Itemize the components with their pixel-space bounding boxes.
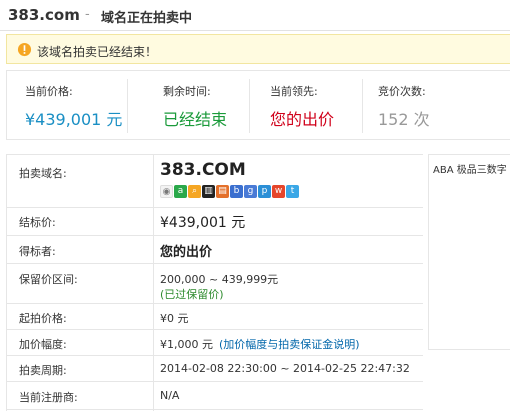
domain-name: 383.COM [160, 160, 246, 180]
time-left-value: 已经结束 [163, 110, 228, 129]
baidu-icon[interactable]: b [230, 185, 243, 198]
final-price-value: ¥439,001 元 [160, 215, 246, 231]
stat-label: 当前领先: [270, 85, 318, 98]
title-separator: - [85, 7, 90, 22]
g-icon[interactable]: g [244, 185, 257, 198]
category-sidebar: ABA 极品三数字 [428, 154, 510, 350]
share-icons: ◉ a ⌕ ▥ ▤ b g p w t [160, 185, 300, 199]
stat-label: 竞价次数: [378, 85, 426, 98]
stat-label: 剩余时间: [163, 85, 211, 98]
a-icon[interactable]: a [174, 185, 187, 198]
winner-value: 您的出价 [160, 245, 213, 260]
row-label: 起拍价格: [19, 312, 67, 325]
divider [249, 79, 250, 133]
search-icon[interactable]: ⌕ [188, 185, 201, 198]
twitter-icon[interactable]: t [286, 185, 299, 198]
reserve-met-note: (已过保留价) [160, 288, 224, 301]
auction-details-table: 拍卖域名: 383.COM ◉ a ⌕ ▥ ▤ b g p w t 结标价: ¥439,001 元… [6, 154, 423, 411]
row-label: 拍卖域名: [19, 167, 67, 180]
table-row: 保留价区间: 200,000 ~ 439,999元 (已过保留价) [7, 263, 423, 304]
increment-deposit-link[interactable]: (加价幅度与拍卖保证金说明) [219, 336, 360, 352]
divider [362, 79, 363, 133]
p-icon[interactable]: p [258, 185, 271, 198]
table-row: 拍卖域名: 383.COM ◉ a ⌕ ▥ ▤ b g p w t [7, 155, 423, 208]
table-row: 得标者: 您的出价 [7, 235, 423, 264]
category-text[interactable]: ABA 极品三数字 [433, 161, 507, 176]
row-label: 保留价区间: [19, 273, 78, 286]
warning-icon [17, 42, 32, 57]
bank-icon[interactable]: ▥ [202, 185, 215, 198]
table-row: 结标价: ¥439,001 元 [7, 207, 423, 236]
eye-icon[interactable]: ◉ [160, 185, 173, 198]
table-row: 当前注册商: N/A [7, 381, 423, 410]
row-label: 当前注册商: [19, 391, 78, 404]
row-label: 拍卖周期: [19, 364, 67, 377]
title-bar: 383.com - 域名正在拍卖中 [0, 0, 510, 31]
table-row: 加价幅度: ¥1,000 元 (加价幅度与拍卖保证金说明) [7, 329, 423, 356]
row-label: 加价幅度: [19, 338, 67, 351]
page-title-domain: 383.com [8, 6, 80, 24]
row-label: 得标者: [19, 245, 56, 258]
increment-value: ¥1,000 元 [160, 338, 213, 351]
table-row: 拍卖周期: 2014-02-08 22:30:00 ~ 2014-02-25 2… [7, 355, 423, 382]
auction-ended-alert: 该域名拍卖已经结束！ [6, 34, 510, 64]
table-row: 起拍价格: ¥0 元 [7, 303, 423, 330]
auction-period-value: 2014-02-08 22:30:00 ~ 2014-02-25 22:47:3… [160, 362, 410, 375]
registrar-value: N/A [160, 389, 180, 402]
bid-count-value: 152 次 [378, 110, 430, 129]
weibo-icon[interactable]: w [272, 185, 285, 198]
leader-value: 您的出价 [270, 110, 335, 129]
stat-label: 当前价格: [25, 85, 73, 98]
chart-icon[interactable]: ▤ [216, 185, 229, 198]
alert-text: 该域名拍卖已经结束！ [37, 45, 158, 59]
start-price-value: ¥0 元 [160, 312, 189, 325]
row-label: 结标价: [19, 216, 56, 229]
current-price-value: ¥439,001 元 [25, 110, 123, 129]
reserve-range-value: 200,000 ~ 439,999元 [160, 273, 279, 286]
divider [127, 79, 128, 133]
page-title-status: 域名正在拍卖中 [101, 11, 193, 26]
auction-stats: 当前价格: ¥439,001 元 剩余时间: 已经结束 当前领先: 您的出价 竞… [6, 70, 510, 140]
